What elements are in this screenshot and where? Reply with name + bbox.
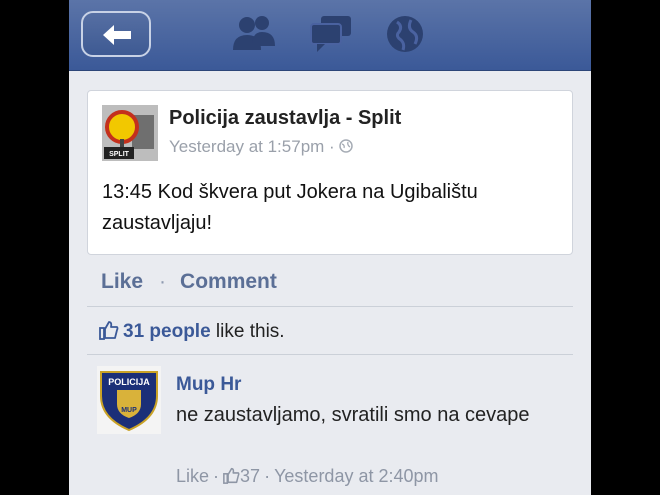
- divider: [87, 306, 573, 307]
- post-timestamp[interactable]: Yesterday at 1:57pm ·: [169, 137, 354, 157]
- back-arrow-icon: [103, 25, 131, 45]
- badge-text: POLICIJA: [108, 377, 150, 387]
- timestamp-text[interactable]: Yesterday at 1:57pm: [169, 137, 324, 156]
- divider: [87, 354, 573, 355]
- avatar-caption: SPLIT: [109, 151, 130, 158]
- commenter-name[interactable]: Mup Hr: [176, 374, 241, 396]
- post-actions: Like · Comment: [101, 270, 277, 294]
- post-text: 13:45 Kod škvera put Jokera na Ugibališt…: [102, 181, 478, 234]
- comment-like-button[interactable]: Like: [176, 466, 209, 486]
- app-screen: SPLIT Policija zaustavlja - Split Yester…: [69, 0, 591, 495]
- comment-separator: ·: [264, 466, 271, 486]
- top-navigation-bar: [69, 0, 591, 71]
- commenter-avatar[interactable]: POLICIJA MUP: [97, 366, 161, 434]
- actions-separator: ·: [159, 270, 167, 293]
- likes-summary[interactable]: 31 people like this.: [99, 320, 285, 343]
- page-avatar[interactable]: SPLIT: [102, 105, 158, 161]
- thumbs-up-icon: [99, 321, 119, 340]
- comment-timestamp[interactable]: Yesterday at 2:40pm: [274, 466, 438, 486]
- police-badge-icon: POLICIJA MUP: [97, 366, 161, 434]
- timestamp-separator: ·: [329, 137, 335, 156]
- messages-icon[interactable]: [309, 14, 353, 54]
- badge-sub: MUP: [121, 407, 137, 414]
- police-sign-icon: SPLIT: [102, 105, 158, 161]
- friends-icon[interactable]: [232, 14, 276, 54]
- comment-text: ne zaustavljamo, svratili smo na cevape: [176, 404, 530, 426]
- notifications-globe-icon[interactable]: [385, 14, 425, 54]
- comment-button[interactable]: Comment: [180, 270, 277, 293]
- page-name[interactable]: Policija zaustavlja - Split: [169, 107, 401, 130]
- thumbs-up-icon: [223, 467, 240, 484]
- post-card: SPLIT Policija zaustavlja - Split Yester…: [87, 90, 573, 255]
- like-button[interactable]: Like: [101, 270, 143, 293]
- likes-count[interactable]: 31 people: [123, 321, 211, 342]
- comment-separator: ·: [213, 466, 220, 486]
- likes-suffix: like this.: [210, 321, 285, 342]
- comment-like-count[interactable]: 37: [240, 466, 260, 486]
- globe-icon: [339, 139, 354, 153]
- back-button[interactable]: [81, 11, 151, 57]
- comment-meta: Like · 37 · Yesterday at 2:40pm: [176, 466, 439, 487]
